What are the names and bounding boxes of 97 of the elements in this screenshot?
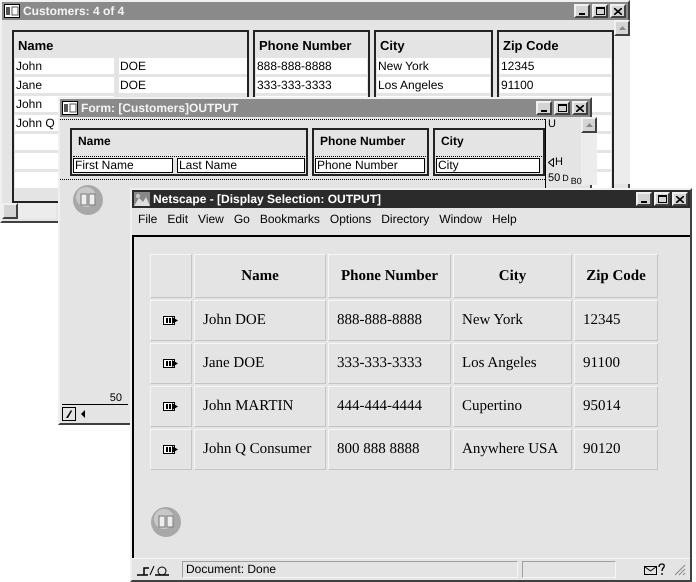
minimize-button[interactable]: [574, 4, 590, 18]
column-header: City: [453, 254, 572, 298]
header-cell: [150, 254, 192, 298]
minimize-button[interactable]: [636, 192, 652, 206]
ruler-label: 50: [110, 392, 122, 404]
triangle-marker-icon: [548, 158, 554, 166]
table-cell: New York: [377, 58, 490, 74]
window-title: Netscape - [Display Selection: OUTPUT]: [153, 191, 382, 208]
table-cell: DOE: [119, 77, 247, 93]
menu-item[interactable]: Bookmarks: [260, 210, 320, 228]
table-cell: DOE: [119, 58, 247, 74]
scrollbar[interactable]: [581, 117, 597, 185]
table-cell: John DOE: [194, 300, 326, 341]
record-icon[interactable]: [163, 402, 179, 411]
table-cell: 800 888 8888: [328, 429, 451, 470]
column-header: Phone Number: [258, 37, 352, 55]
group-label: City: [440, 133, 465, 150]
maximize-icon: [558, 104, 566, 112]
table-cell: 444-444-4444: [328, 386, 451, 427]
browser-icon: [134, 192, 150, 206]
minimize-icon: [579, 13, 585, 15]
table-cell: 91100: [574, 343, 658, 384]
maximize-icon: [596, 7, 604, 15]
menu-item[interactable]: View: [198, 210, 224, 228]
mail-icon[interactable]: [644, 563, 666, 576]
column-header: Zip Code: [502, 37, 560, 55]
column-header: Name: [194, 254, 326, 298]
table-cell: Jane: [15, 77, 114, 93]
horizontal-scrollbar[interactable]: [2, 203, 56, 219]
record-icon[interactable]: [163, 316, 179, 325]
ruler-label: B0: [570, 176, 582, 186]
close-button[interactable]: [572, 101, 588, 115]
table-cell: Anywhere USA: [453, 429, 572, 470]
minimize-button[interactable]: [536, 101, 552, 115]
table-cell: 333-333-3333: [256, 77, 367, 93]
table-cell: 12345: [500, 58, 611, 74]
ruler-label: D: [562, 173, 569, 183]
close-icon: [676, 196, 684, 202]
table-cell: 888-888-8888: [328, 300, 451, 341]
close-icon: [576, 104, 584, 112]
ruler-label: H: [555, 157, 563, 167]
menu-item[interactable]: Help: [492, 210, 517, 228]
up-arrow-icon: [586, 123, 592, 127]
ruler-label: 50: [548, 173, 560, 183]
table-cell: Los Angeles: [377, 77, 490, 93]
table-cell: 90120: [574, 429, 658, 470]
round-icon[interactable]: [150, 506, 182, 538]
resize-grip-icon[interactable]: [674, 564, 686, 576]
group-label: Name: [77, 133, 112, 150]
table-cell: 95014: [574, 386, 658, 427]
menu-item[interactable]: File: [138, 210, 158, 228]
column-header: Name: [17, 37, 54, 55]
table-cell: Jane DOE: [194, 343, 326, 384]
pencil-icon[interactable]: [62, 407, 76, 421]
close-button[interactable]: [610, 4, 626, 18]
connection-icon: [136, 564, 170, 576]
table-cell: Cupertino: [453, 386, 572, 427]
status-text: Document: Done: [182, 561, 518, 578]
form-field[interactable]: First Name: [73, 158, 173, 173]
close-button[interactable]: [672, 192, 688, 206]
table-cell: 333-333-3333: [328, 343, 451, 384]
menu-item[interactable]: Window: [439, 210, 482, 228]
maximize-icon: [658, 195, 666, 203]
table-cell: New York: [453, 300, 572, 341]
window-title: Customers: 4 of 4: [23, 3, 124, 20]
maximize-button[interactable]: [554, 101, 570, 115]
table-cell: John MARTIN: [194, 386, 326, 427]
ruler-label: U: [548, 119, 557, 129]
window-icon: [4, 4, 20, 18]
menu-item[interactable]: Edit: [167, 210, 188, 228]
menu-item[interactable]: Go: [234, 210, 250, 228]
minimize-icon: [641, 201, 647, 203]
record-icon[interactable]: [163, 359, 179, 368]
form-field[interactable]: Last Name: [177, 158, 305, 173]
close-icon: [614, 8, 622, 14]
column-header: Phone Number: [328, 254, 451, 298]
table-cell: Los Angeles: [453, 343, 572, 384]
column-header: Zip Code: [574, 254, 658, 298]
table-cell: 91100: [500, 77, 611, 93]
menu-item[interactable]: Options: [330, 210, 372, 228]
maximize-button[interactable]: [654, 192, 670, 206]
table-cell: John Q Consumer: [194, 429, 326, 470]
scrollbar[interactable]: [614, 20, 630, 184]
up-arrow-icon: [618, 26, 626, 30]
table-cell: 888-888-8888: [256, 58, 367, 74]
window-icon: [62, 101, 78, 115]
record-icon[interactable]: [163, 445, 179, 454]
column-header: City: [379, 37, 406, 55]
form-field[interactable]: Phone Number: [315, 158, 425, 173]
maximize-button[interactable]: [592, 4, 608, 18]
minimize-icon: [541, 110, 547, 112]
table-cell: 12345: [574, 300, 658, 341]
table-cell: John: [15, 58, 114, 74]
round-icon[interactable]: [72, 184, 104, 216]
menu-item[interactable]: Directory: [381, 210, 430, 228]
form-field[interactable]: City: [436, 158, 540, 173]
group-label: Phone Number: [319, 133, 406, 150]
